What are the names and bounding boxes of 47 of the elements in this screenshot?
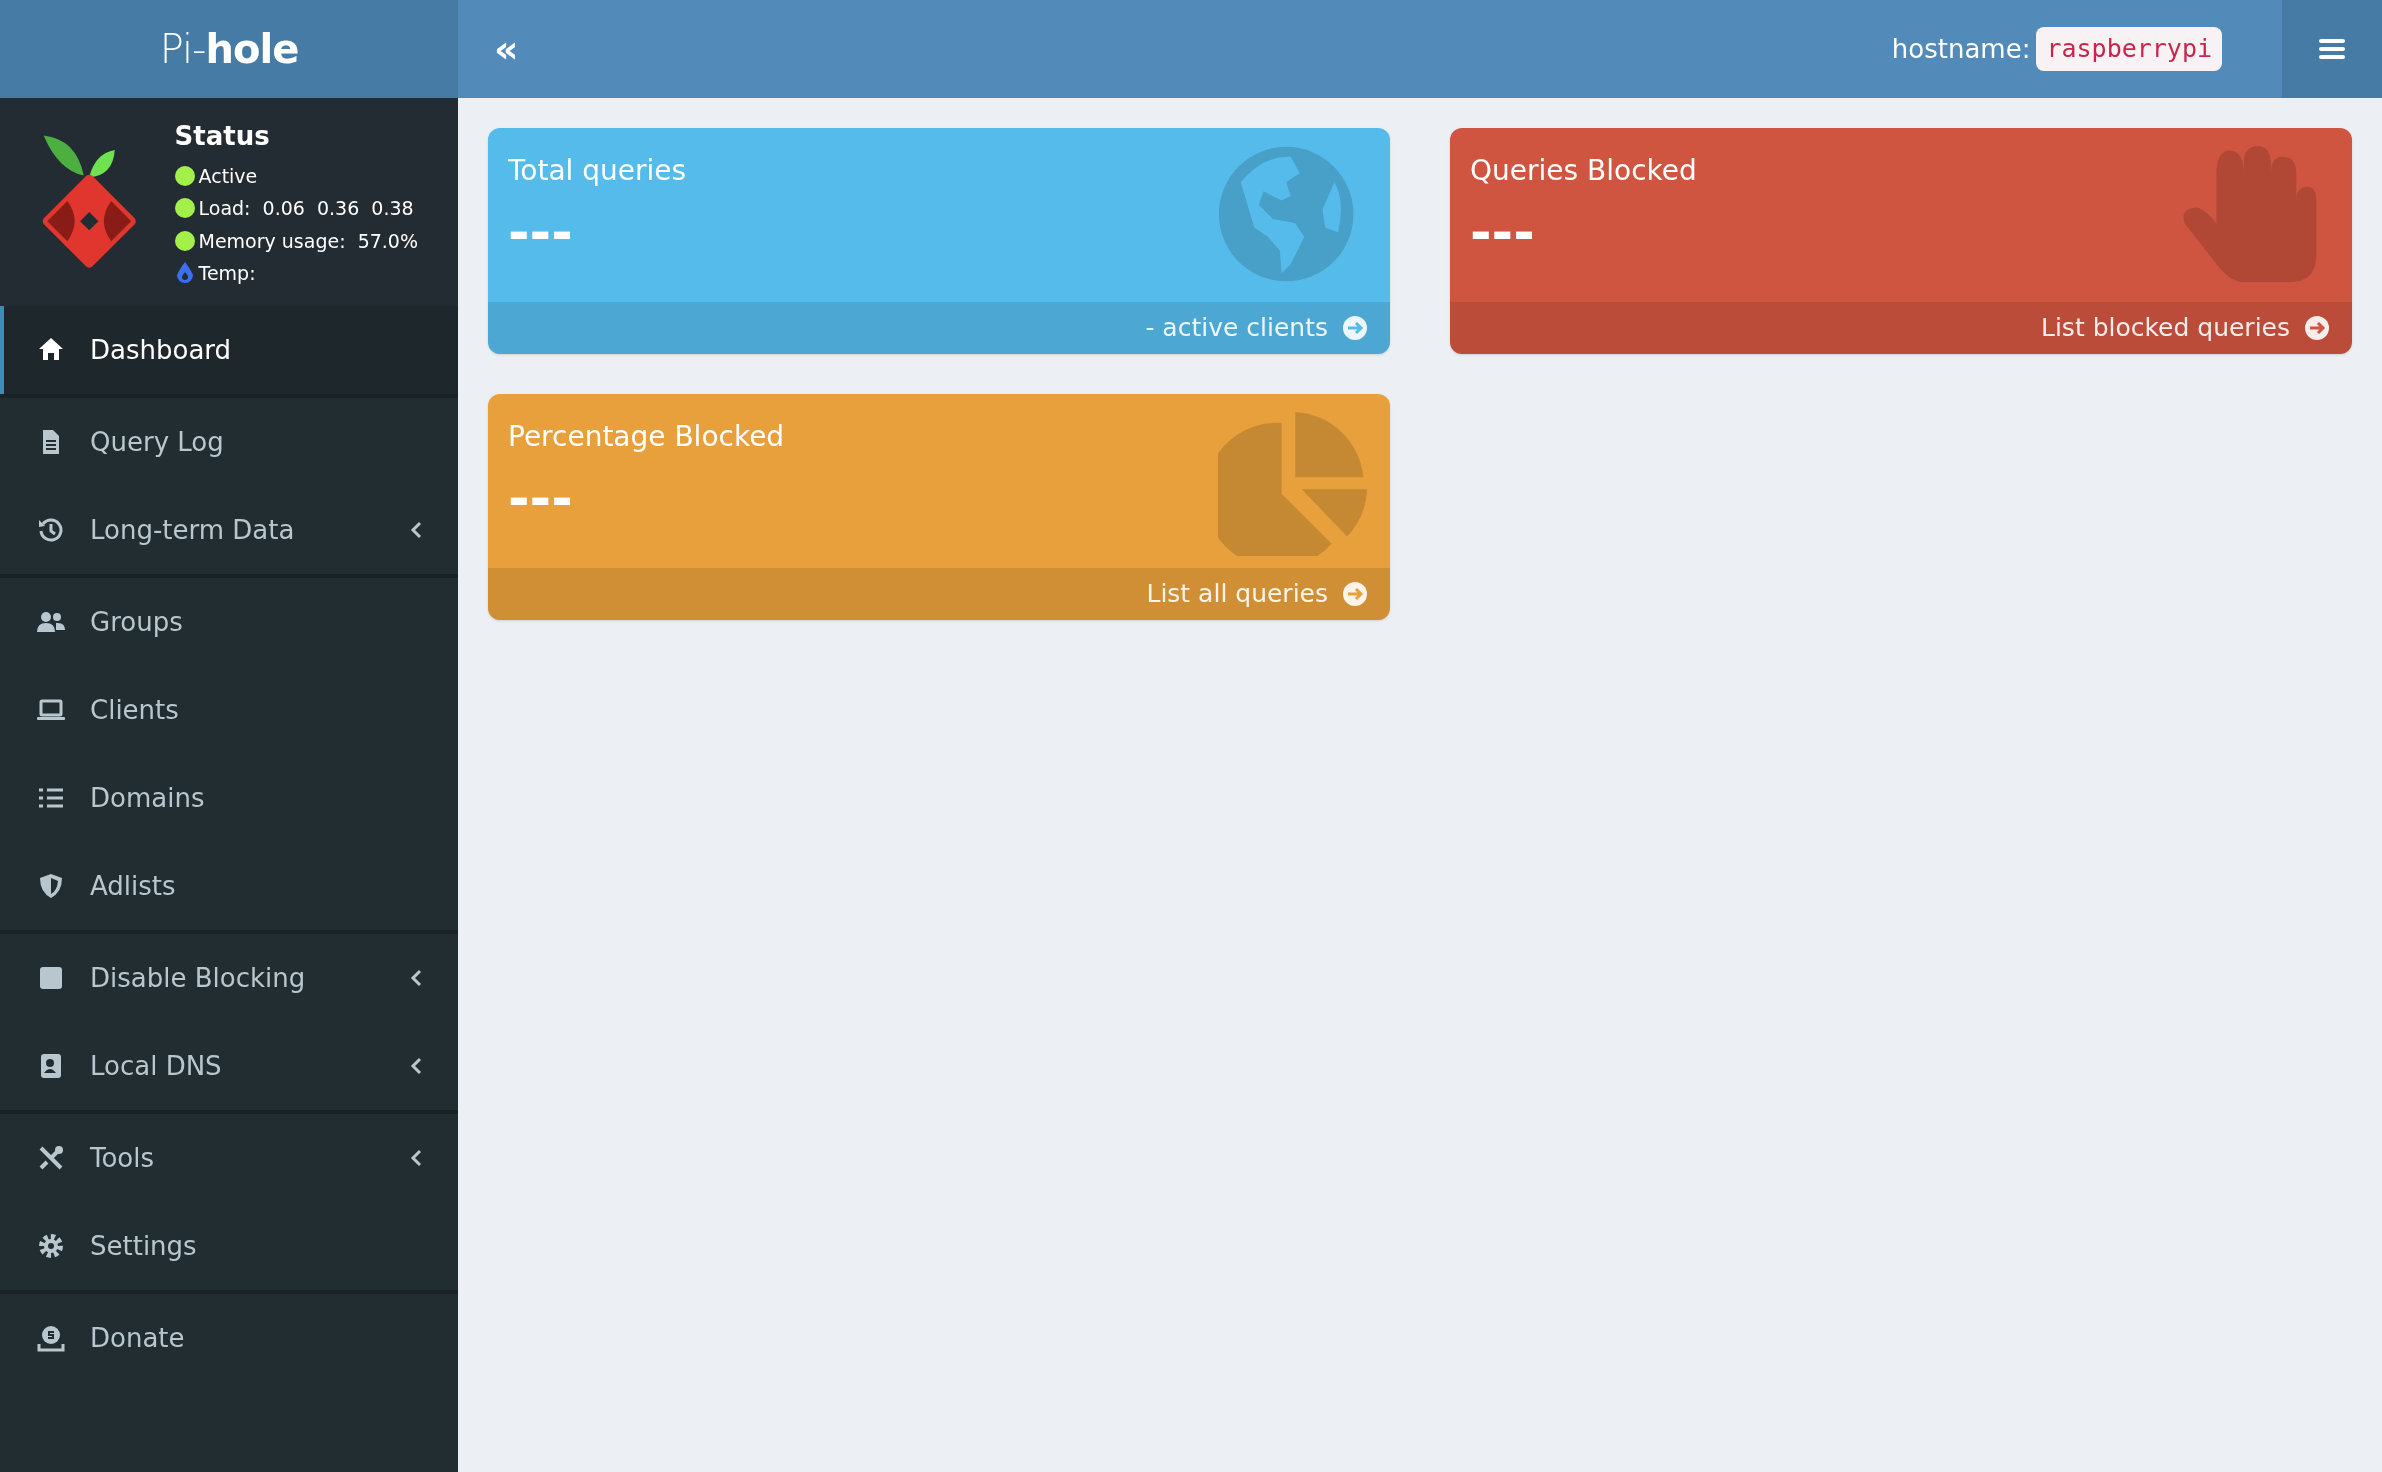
menu-label: Disable Blocking <box>90 961 307 995</box>
menu-button[interactable] <box>2282 0 2382 98</box>
menu-label: Tools <box>90 1141 156 1175</box>
menu-label: Groups <box>90 605 184 639</box>
sidebar-item[interactable]: Disable Blocking <box>0 934 458 1022</box>
sidebar-item[interactable]: Tools <box>0 1114 458 1202</box>
settings-icon <box>36 1232 66 1260</box>
sidebar-item[interactable]: Groups <box>0 578 458 666</box>
hostname-label: hostname: <box>1891 32 2031 66</box>
status-text: Active <box>198 163 258 189</box>
sidebar-item[interactable]: Dashboard <box>0 306 458 394</box>
card-footer-link[interactable]: List blocked queries <box>1450 302 2352 354</box>
arrow-circle-icon <box>2304 315 2330 341</box>
sidebar-item[interactable]: Settings <box>0 1202 458 1290</box>
sidebar-toggle-button[interactable]: « <box>494 30 519 68</box>
menu-label: Settings <box>90 1229 198 1263</box>
arrow-circle-icon <box>1342 581 1368 607</box>
sidebar-item[interactable]: Donate <box>0 1294 458 1382</box>
status-text: Memory usage: 57.0% <box>198 228 418 254</box>
sidebar-item[interactable]: Clients <box>0 666 458 754</box>
hostname-value: raspberrypi <box>2036 27 2222 71</box>
menu-label: Local DNS <box>90 1049 223 1083</box>
menu-icon <box>2319 38 2345 60</box>
menu-label: Clients <box>90 693 180 727</box>
sidebar-item[interactable]: Domains <box>0 754 458 842</box>
sidebar-item[interactable]: Adlists <box>0 842 458 930</box>
status-text: Temp: <box>198 261 256 286</box>
sidebar-item[interactable]: Long-term Data <box>0 486 458 574</box>
menu-label: Domains <box>90 781 206 815</box>
menu-label: Donate <box>90 1321 186 1355</box>
sidebar-item[interactable]: Query Log <box>0 398 458 486</box>
sidebar-item[interactable]: Local DNS <box>0 1022 458 1110</box>
card-value: --- <box>508 206 574 258</box>
menu-label: Dashboard <box>90 333 233 367</box>
card-title: Total queries <box>508 153 688 189</box>
menu-label: Adlists <box>90 869 177 903</box>
coin-icon <box>36 1324 66 1352</box>
status-title: Status <box>174 119 271 153</box>
card-title: Percentage Blocked <box>508 419 786 455</box>
brand-logo[interactable]: Pi-hole <box>0 0 458 98</box>
menu-label: Long-term Data <box>90 513 296 547</box>
menu-label: Query Log <box>90 425 225 459</box>
arrow-circle-icon <box>1342 315 1368 341</box>
card-value: --- <box>508 472 574 524</box>
card-title: Queries Blocked <box>1470 153 1698 189</box>
card-value: --- <box>1470 206 1536 258</box>
status-text: Load: 0.06 0.36 0.38 <box>198 196 414 221</box>
